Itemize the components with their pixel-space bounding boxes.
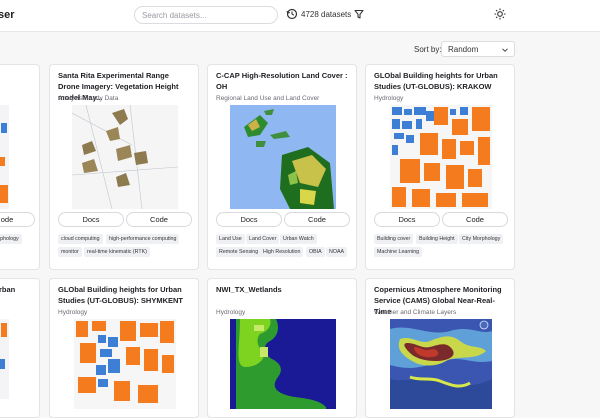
search-input[interactable] — [134, 6, 278, 24]
card-category: Regional Land Use and Land Cover — [216, 95, 320, 102]
card-category: Hydrology — [58, 309, 88, 316]
dataset-thumbnail — [0, 105, 9, 209]
card-category: Analysis Ready Data — [58, 95, 119, 102]
tag[interactable]: Building Height — [416, 234, 458, 244]
code-button[interactable]: Code — [442, 212, 508, 227]
sort-label: Sort by: — [414, 45, 442, 54]
tag[interactable]: real-time kinematic (RTK) — [84, 247, 150, 257]
sun-icon[interactable] — [494, 8, 506, 20]
dataset-card[interactable]: ode Morphology — [0, 64, 40, 270]
card-category: Hydrology — [216, 309, 246, 316]
sort-value: Random — [448, 45, 479, 54]
card-title[interactable]: GLObal Building heights for Urban Studie… — [58, 284, 192, 306]
dataset-card[interactable]: GLObal Building heights for Urban Studie… — [365, 64, 515, 270]
tag[interactable]: High Resolution — [260, 247, 304, 257]
tag[interactable]: Urban Watch — [280, 234, 317, 244]
tag[interactable]: cloud computing — [58, 234, 103, 244]
tag[interactable]: City Morphology — [459, 234, 504, 244]
dataset-card[interactable]: Copernicus Atmosphere Monitoring Service… — [365, 278, 515, 418]
card-category: Hydrology — [374, 95, 404, 102]
top-bar: ser 4728 datasets — [0, 0, 600, 32]
docs-button[interactable]: Docs — [58, 212, 124, 227]
dataset-thumbnail — [230, 105, 336, 209]
code-button[interactable]: Code — [284, 212, 350, 227]
tag[interactable]: Machine Learning — [374, 247, 423, 257]
card-title[interactable]: GLObal Building heights for Urban Studie… — [374, 70, 508, 92]
dataset-count: 4728 datasets — [301, 10, 352, 19]
sort-select[interactable]: Random — [441, 41, 515, 57]
tag[interactable]: Land Cover — [246, 234, 280, 244]
tag[interactable]: Building cover — [374, 234, 414, 244]
dataset-thumbnail — [390, 319, 492, 409]
dataset-card[interactable]: NWI_TX_Wetlands Hydrology — [207, 278, 357, 418]
tag[interactable]: high-performance computing — [106, 234, 180, 244]
dataset-card[interactable]: GLObal Building heights for Urban Studie… — [49, 278, 199, 418]
card-title[interactable]: rban — [0, 284, 33, 295]
tag[interactable]: Land Use — [216, 234, 245, 244]
code-button[interactable]: Code — [126, 212, 192, 227]
chevron-down-icon — [502, 48, 508, 52]
dataset-card[interactable]: C-CAP High-Resolution Land Cover : OH Re… — [207, 64, 357, 270]
dataset-thumbnail — [0, 319, 9, 399]
filter-icon[interactable] — [354, 9, 364, 19]
dataset-card[interactable]: rban — [0, 278, 40, 418]
dataset-card[interactable]: Santa Rita Experimental Range Drone Imag… — [49, 64, 199, 270]
tag[interactable]: Remote Sensing — [216, 247, 262, 257]
tag[interactable]: NOAA — [326, 247, 348, 257]
history-icon[interactable] — [286, 8, 298, 20]
tag[interactable]: Morphology — [0, 234, 22, 244]
dataset-thumbnail — [72, 105, 178, 209]
tag[interactable]: monitor — [58, 247, 82, 257]
dataset-thumbnail — [230, 319, 336, 409]
dataset-thumbnail — [74, 319, 176, 409]
app-title: ser — [0, 9, 15, 21]
tag[interactable]: OBIA — [306, 247, 325, 257]
card-title[interactable]: C-CAP High-Resolution Land Cover : OH — [216, 70, 350, 92]
docs-button[interactable]: Docs — [216, 212, 282, 227]
card-category: Weather and Climate Layers — [374, 309, 457, 316]
dataset-thumbnail — [390, 105, 492, 209]
card-title[interactable]: NWI_TX_Wetlands — [216, 284, 350, 295]
code-button[interactable]: ode — [0, 212, 35, 227]
docs-button[interactable]: Docs — [374, 212, 440, 227]
